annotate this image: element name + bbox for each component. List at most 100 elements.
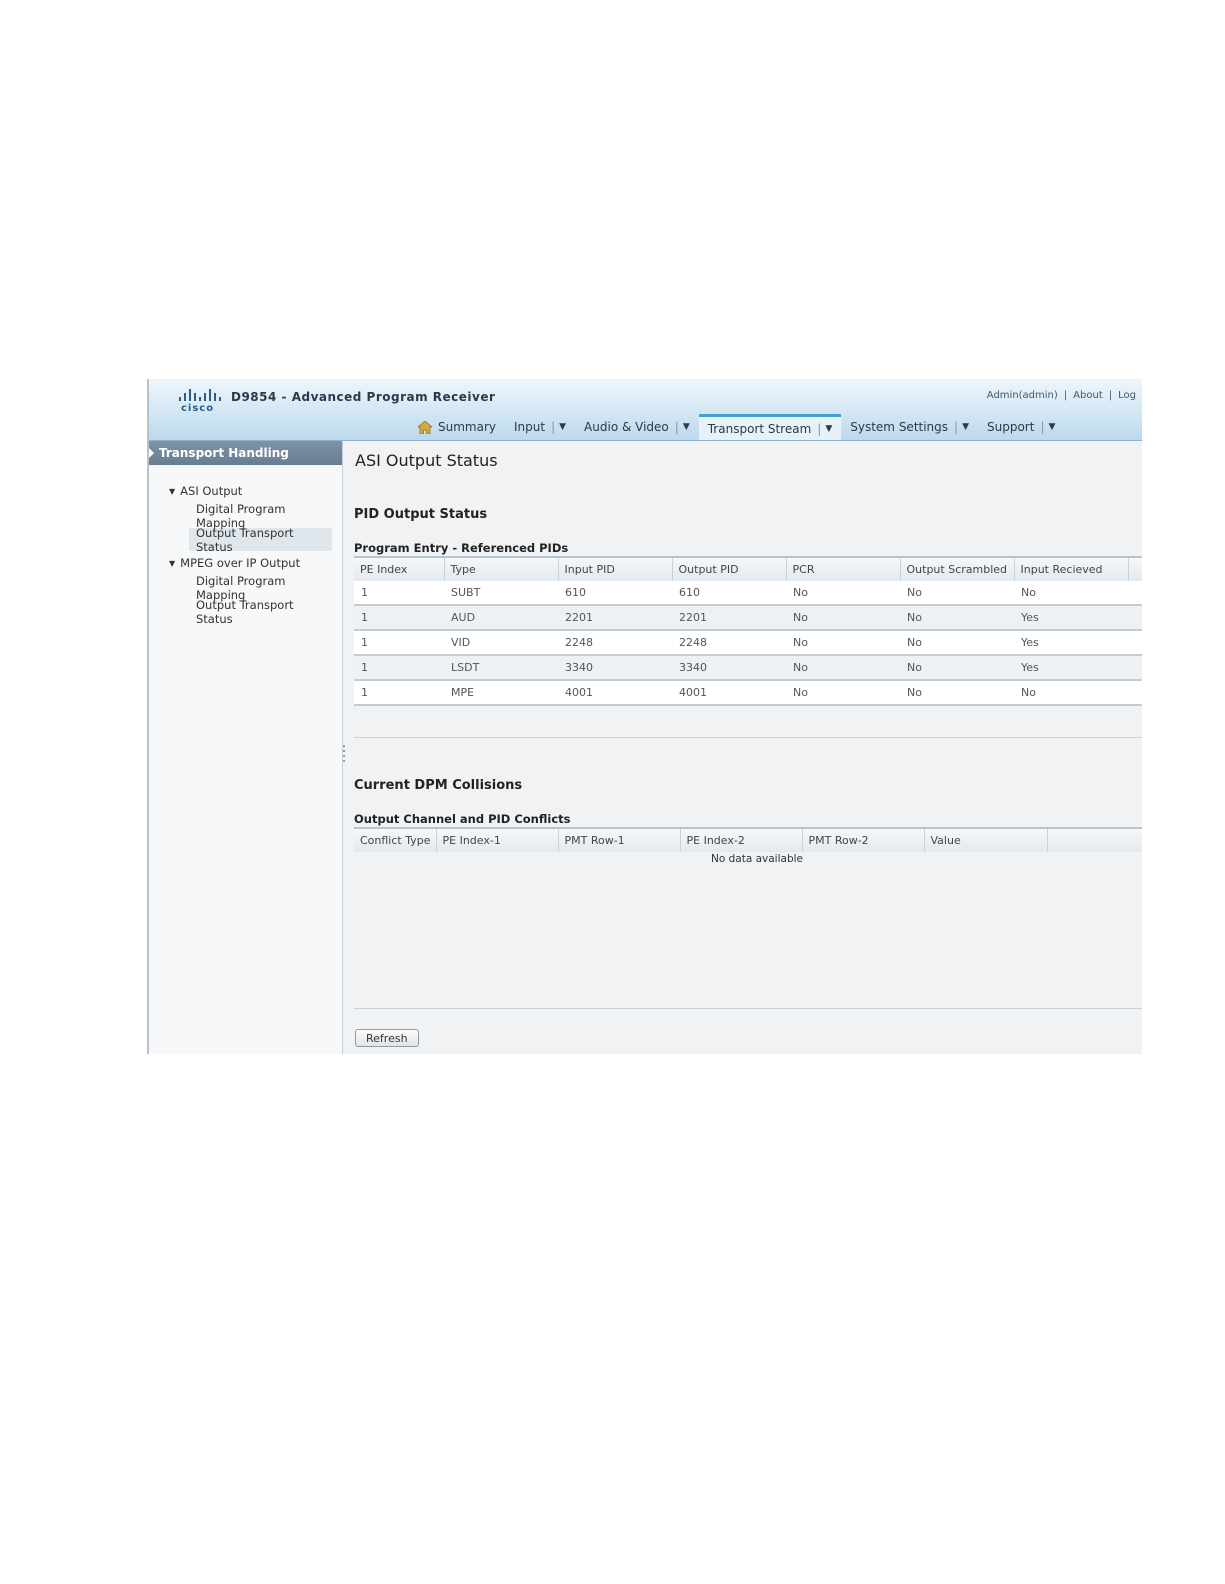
caret-down-icon[interactable]: ▼ — [169, 487, 175, 496]
column-header[interactable]: PE Index — [354, 556, 445, 581]
chevron-down-icon[interactable]: ▼ — [683, 422, 690, 432]
section-divider — [354, 1008, 1142, 1009]
tree-group-label: MPEG over IP Output — [180, 556, 301, 570]
tree-group-label: ASI Output — [180, 484, 243, 498]
nav-summary-label: Summary — [438, 420, 496, 434]
product-title: D9854 - Advanced Program Receiver — [231, 390, 496, 404]
table-row[interactable]: 1 LSDT 3340 3340 No No Yes — [354, 655, 1142, 681]
table-row[interactable]: 1 VID 2248 2248 No No Yes — [354, 630, 1142, 656]
sidebar-item-asi-digital-program-mapping[interactable]: Digital Program Mapping — [149, 502, 332, 530]
table-cell: VID — [444, 630, 558, 656]
column-header-spacer — [1047, 827, 1142, 852]
nav-audio-video-label: Audio & Video — [584, 420, 669, 434]
home-icon — [418, 420, 432, 434]
nav-system-settings[interactable]: System Settings | ▼ — [841, 414, 978, 440]
page-title: ASI Output Status — [355, 451, 498, 470]
column-header[interactable]: PMT Row-1 — [558, 827, 681, 852]
tree-group-mpeg-over-ip-output[interactable]: ▼ MPEG over IP Output — [149, 551, 342, 575]
user-links: Admin(admin) | About | Log — [986, 390, 1136, 401]
column-header[interactable]: Output PID — [672, 556, 787, 581]
table-cell: Yes — [1014, 655, 1128, 681]
sidebar-item-ip-output-transport-status[interactable]: Output Transport Status — [149, 598, 332, 626]
user-account-link[interactable]: Admin(admin) — [987, 390, 1058, 401]
nav-support-label: Support — [987, 420, 1035, 434]
sidebar: Transport Handling ▼ ASI Output Digital … — [149, 441, 343, 1054]
table-cell — [1128, 655, 1142, 681]
table-cell: 1 — [354, 581, 444, 606]
expand-arrow-icon — [149, 448, 154, 458]
column-header[interactable]: Value — [924, 827, 1048, 852]
chevron-down-icon[interactable]: ▼ — [825, 424, 832, 434]
table-cell: MPE — [444, 680, 558, 706]
column-header[interactable]: Conflict Type — [354, 827, 437, 852]
table-cell: No — [786, 605, 900, 631]
column-header[interactable]: PMT Row-2 — [802, 827, 925, 852]
column-header[interactable]: PE Index-2 — [680, 827, 803, 852]
table-cell: No — [900, 680, 1014, 706]
column-header[interactable]: PE Index-1 — [436, 827, 559, 852]
column-header[interactable]: Input Recieved — [1014, 556, 1129, 581]
table-cell: No — [786, 655, 900, 681]
table-cell: No — [900, 630, 1014, 656]
app-window: cisco D9854 - Advanced Program Receiver … — [147, 379, 1142, 1054]
table-cell: 3340 — [558, 655, 672, 681]
tree-group-asi-output[interactable]: ▼ ASI Output — [149, 479, 342, 503]
sidebar-header-label: Transport Handling — [159, 446, 289, 460]
nav-audio-video[interactable]: Audio & Video | ▼ — [575, 414, 699, 440]
dpm-collisions-heading: Current DPM Collisions — [354, 778, 523, 793]
sidebar-item-label: Output Transport Status — [196, 525, 294, 554]
table-cell: 1 — [354, 605, 444, 631]
refresh-button[interactable]: Refresh — [355, 1029, 419, 1047]
caret-down-icon[interactable]: ▼ — [169, 559, 175, 568]
pid-table-title: Program Entry - Referenced PIDs — [354, 541, 569, 555]
sidebar-header[interactable]: Transport Handling — [149, 441, 342, 465]
table-cell: 2201 — [558, 605, 672, 631]
nav-transport-stream[interactable]: Transport Stream | ▼ — [698, 414, 842, 440]
main-content: ASI Output Status PID Output Status Prog… — [345, 441, 1142, 1054]
section-divider — [354, 737, 1142, 738]
table-cell: No — [900, 655, 1014, 681]
table-cell — [1128, 680, 1142, 706]
column-header[interactable]: Type — [444, 556, 559, 581]
table-cell: No — [1014, 680, 1128, 706]
chevron-down-icon[interactable]: ▼ — [1048, 422, 1055, 432]
column-header[interactable]: PCR — [786, 556, 901, 581]
nav-summary[interactable]: Summary — [409, 414, 505, 440]
pid-output-table: PE Index Type Input PID Output PID PCR O… — [354, 556, 1142, 706]
table-cell: Yes — [1014, 605, 1128, 631]
sidebar-item-ip-digital-program-mapping[interactable]: Digital Program Mapping — [149, 574, 332, 602]
nav-input[interactable]: Input | ▼ — [505, 414, 575, 440]
chevron-down-icon[interactable]: ▼ — [559, 422, 566, 432]
sidebar-item-asi-output-transport-status[interactable]: Output Transport Status — [189, 525, 332, 554]
table-cell — [1128, 630, 1142, 656]
column-header[interactable]: Input PID — [558, 556, 673, 581]
column-header[interactable]: Output Scrambled — [900, 556, 1015, 581]
table-cell: 1 — [354, 655, 444, 681]
nav-support[interactable]: Support | ▼ — [978, 414, 1064, 440]
table-cell: AUD — [444, 605, 558, 631]
table-row[interactable]: 1 MPE 4001 4001 No No No — [354, 680, 1142, 706]
chevron-down-icon[interactable]: ▼ — [962, 422, 969, 432]
table-cell: No — [900, 605, 1014, 631]
pid-output-status-heading: PID Output Status — [354, 507, 488, 522]
table-cell: SUBT — [444, 581, 558, 606]
table-cell: 610 — [558, 581, 672, 606]
table-cell: No — [900, 581, 1014, 606]
sidebar-tree: ▼ ASI Output Digital Program Mapping Out… — [149, 465, 342, 626]
header-bar: cisco D9854 - Advanced Program Receiver … — [149, 379, 1142, 441]
conflict-table: Conflict Type PE Index-1 PMT Row-1 PE In… — [354, 827, 1142, 852]
table-cell: No — [786, 680, 900, 706]
logout-link[interactable]: Log — [1118, 390, 1136, 401]
table-row[interactable]: 1 AUD 2201 2201 No No Yes — [354, 605, 1142, 631]
table-cell — [1128, 581, 1142, 606]
column-header-spacer — [1128, 556, 1142, 581]
main-nav: Summary Input | ▼ Audio & Video | ▼ Transpor… — [409, 414, 1064, 440]
empty-table-message: No data available — [711, 853, 803, 865]
about-link[interactable]: About — [1073, 390, 1103, 401]
nav-transport-stream-label: Transport Stream — [707, 421, 812, 436]
nav-input-label: Input — [514, 420, 546, 434]
table-row[interactable]: 1 SUBT 610 610 No No No — [354, 581, 1142, 606]
table-header-row: PE Index Type Input PID Output PID PCR O… — [354, 556, 1142, 581]
table-cell: No — [1014, 581, 1128, 606]
cisco-logo: cisco — [177, 387, 223, 415]
